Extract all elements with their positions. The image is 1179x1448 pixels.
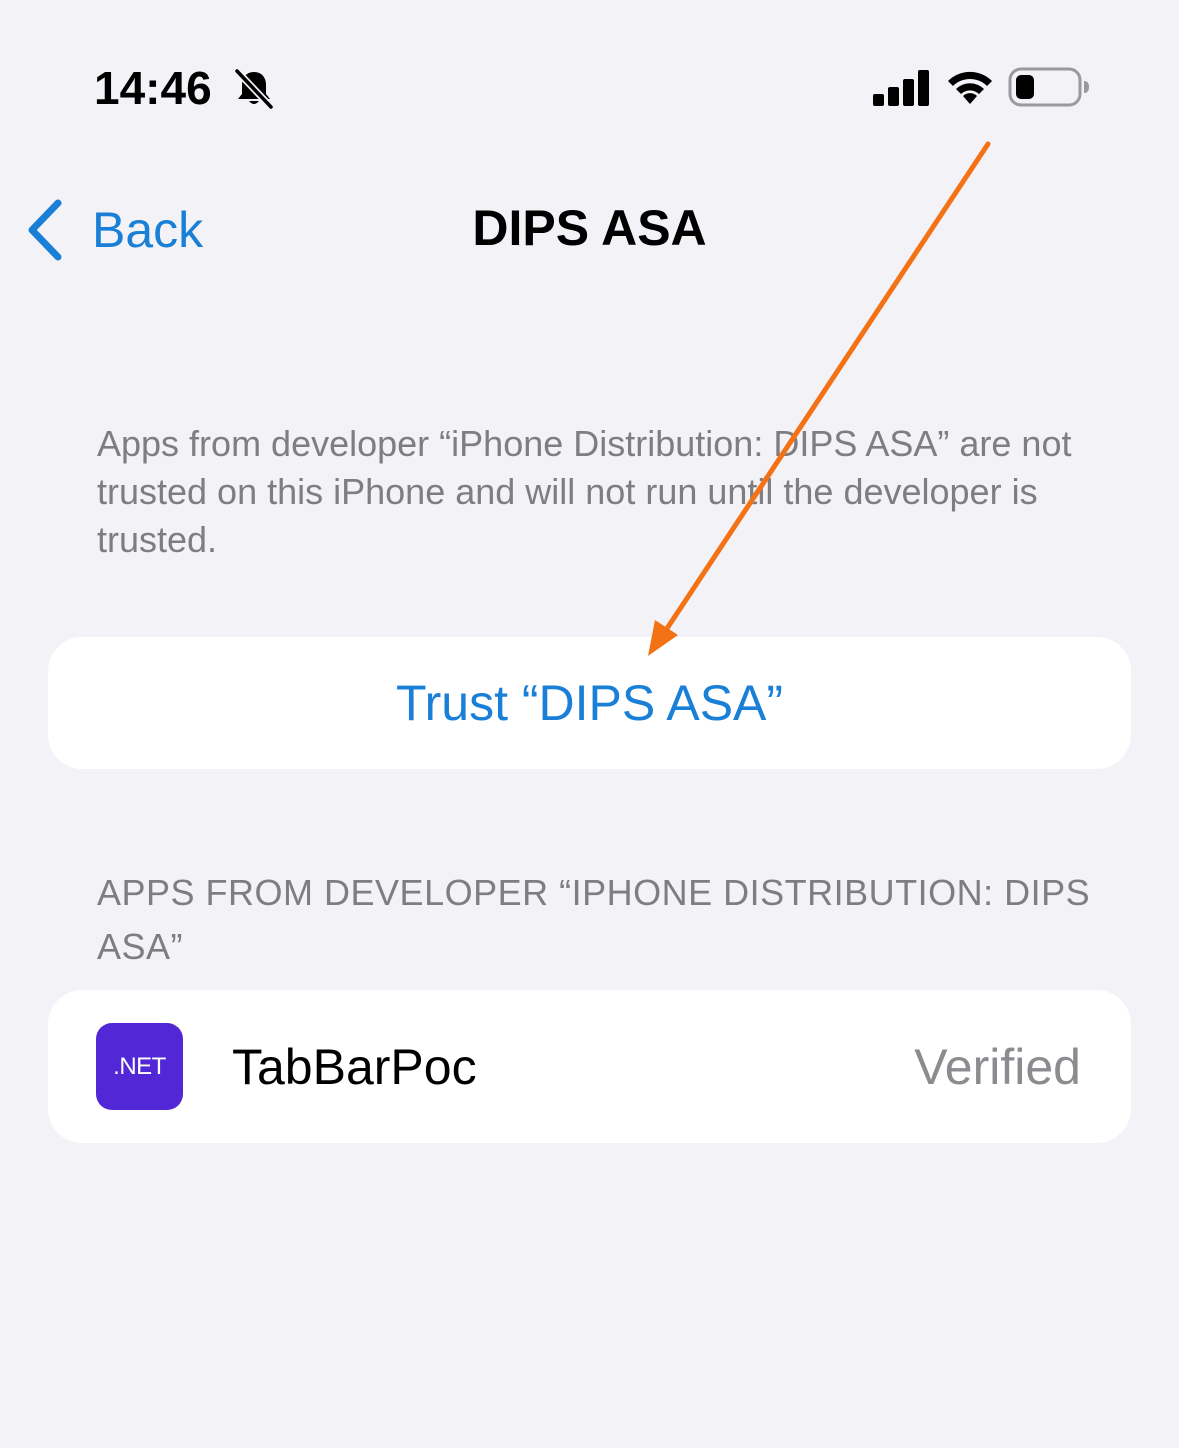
back-button[interactable]: Back <box>24 194 203 266</box>
chevron-left-icon <box>28 199 62 261</box>
wifi-icon <box>948 71 992 104</box>
apps-section-header: APPS FROM DEVELOPER “IPHONE DISTRIBUTION… <box>97 872 1091 967</box>
dotnet-app-icon: .NET <box>96 1023 183 1110</box>
bell-slash-icon <box>234 68 274 110</box>
app-icon-label: .NET <box>113 1052 166 1080</box>
back-label: Back <box>92 202 204 258</box>
trust-description: Apps from developer “iPhone Distribution… <box>97 423 1072 560</box>
app-name: TabBarPoc <box>232 1039 477 1095</box>
cellular-signal-icon <box>873 70 929 106</box>
battery-icon <box>1008 67 1089 107</box>
app-verification-status: Verified <box>914 1039 1081 1095</box>
trust-button-label: Trust “DIPS ASA” <box>395 675 784 731</box>
navigation-bar: DIPS ASA Back <box>0 180 1179 280</box>
status-bar: 14:46 <box>0 0 1179 150</box>
status-time: 14:46 <box>94 62 212 114</box>
trust-developer-button[interactable]: Trust “DIPS ASA” <box>48 637 1131 769</box>
list-item[interactable]: .NET TabBarPoc Verified <box>48 990 1131 1143</box>
apps-list: .NET TabBarPoc Verified <box>48 990 1131 1143</box>
